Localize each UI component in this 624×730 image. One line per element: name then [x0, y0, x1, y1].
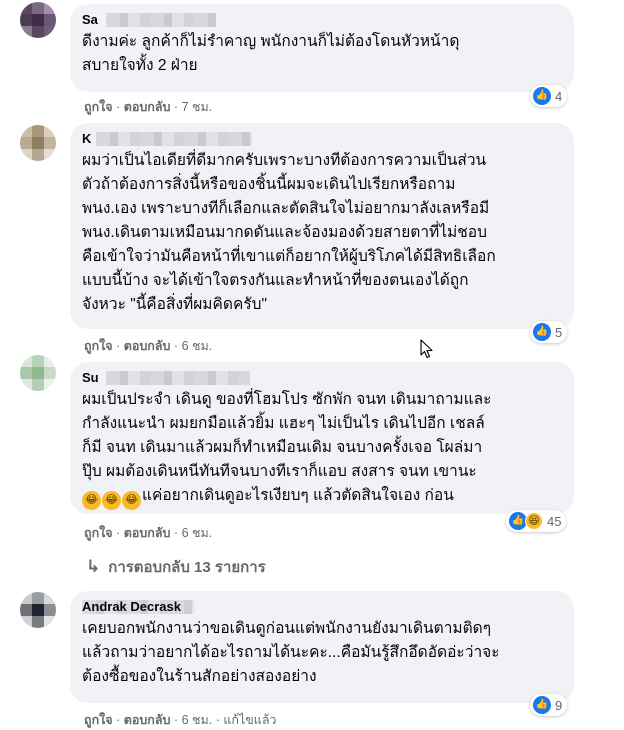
avatar[interactable]: [20, 2, 56, 38]
avatar-pixel: [20, 616, 32, 628]
comment-text: เคยบอกพนักงานว่าขอเดินดูก่อนแต่พนักงานยั…: [82, 620, 500, 685]
avatar-pixel: [44, 2, 56, 14]
reaction-count: 45: [547, 513, 562, 529]
avatar[interactable]: [20, 125, 56, 161]
reaction-count: 9: [555, 697, 563, 713]
avatar-pixel: [20, 149, 32, 161]
comment-author[interactable]: K: [82, 131, 562, 147]
avatar-pixel: [20, 604, 32, 616]
edited-label[interactable]: แก้ไขแล้ว: [223, 713, 276, 727]
avatar-pixel: [32, 604, 44, 616]
reaction-summary[interactable]: 👍 9: [530, 694, 568, 716]
timestamp[interactable]: 7 ชม.: [182, 100, 213, 114]
comment-bubble: Su ผมเป็นประจำ เดินดู ของที่โฮมโปร ซักพั…: [70, 362, 574, 514]
reply-link[interactable]: ตอบกลับ: [124, 100, 171, 114]
reply-arrow-icon: ↳: [86, 557, 101, 576]
reply-link[interactable]: ตอบกลับ: [124, 339, 171, 353]
avatar-pixel: [44, 592, 56, 604]
laughing-emoji-icon: 😂: [102, 491, 121, 510]
like-link[interactable]: ถูกใจ: [84, 526, 113, 540]
avatar-pixel: [32, 592, 44, 604]
thumbs-up-icon: 👍: [533, 323, 551, 341]
avatar-pixel: [44, 149, 56, 161]
reaction-count: 4: [555, 88, 563, 104]
avatar-pixel: [20, 379, 32, 391]
reply-link[interactable]: ตอบกลับ: [124, 526, 171, 540]
avatar-pixel: [20, 367, 32, 379]
comment-text: ผมว่าเป็นไอเดียที่ดีมากครับเพราะบางทีต้อ…: [82, 152, 496, 313]
timestamp[interactable]: 6 ชม.: [182, 339, 213, 353]
reply-link[interactable]: ตอบกลับ: [124, 713, 171, 727]
comment-text: ดีงามค่ะ ลูกค้าก็ไม่รำคาญ พนักงานก็ไม่ต้…: [82, 33, 460, 74]
comment-bubble: K ผมว่าเป็นไอเดียที่ดีมากครับเพราะบางทีต…: [70, 123, 574, 329]
avatar-pixel: [44, 125, 56, 137]
avatar-pixel: [32, 125, 44, 137]
comment-actions: ถูกใจ · ตอบกลับ · 6 ชม. · แก้ไขแล้ว: [84, 713, 277, 727]
avatar-pixel: [44, 379, 56, 391]
avatar-pixel: [20, 592, 32, 604]
avatar-pixel: [32, 26, 44, 38]
avatar-pixel: [32, 367, 44, 379]
comment-actions: ถูกใจ · ตอบกลับ · 6 ชม.: [84, 339, 213, 353]
avatar-pixel: [44, 26, 56, 38]
view-replies-link[interactable]: ↳ การตอบกลับ 13 รายการ: [86, 555, 266, 579]
reaction-summary[interactable]: 👍 4: [530, 85, 568, 107]
avatar-pixel: [20, 14, 32, 26]
like-link[interactable]: ถูกใจ: [84, 339, 113, 353]
avatar-pixel: [20, 137, 32, 149]
avatar-pixel: [32, 14, 44, 26]
reaction-count: 5: [555, 324, 563, 340]
avatar-pixel: [20, 355, 32, 367]
avatar-pixel: [44, 137, 56, 149]
avatar-pixel: [32, 355, 44, 367]
avatar-pixel: [32, 616, 44, 628]
timestamp[interactable]: 6 ชม.: [182, 713, 213, 727]
laughing-emoji-icon: 😂: [122, 491, 141, 510]
laughing-emoji-icon: 😂: [82, 491, 101, 510]
avatar-pixel: [32, 379, 44, 391]
avatar-pixel: [44, 604, 56, 616]
avatar-pixel: [32, 149, 44, 161]
avatar-pixel: [20, 2, 32, 14]
avatar[interactable]: [20, 355, 56, 391]
comment-author[interactable]: Sa: [82, 12, 562, 28]
comment-bubble: Sa ดีงามค่ะ ลูกค้าก็ไม่รำคาญ พนักงานก็ไม…: [70, 4, 574, 92]
like-link[interactable]: ถูกใจ: [84, 100, 113, 114]
timestamp[interactable]: 6 ชม.: [182, 526, 213, 540]
avatar-pixel: [44, 14, 56, 26]
mouse-pointer-icon: [420, 339, 433, 359]
avatar-pixel: [44, 367, 56, 379]
view-replies-label: การตอบกลับ 13 รายการ: [108, 559, 266, 576]
laughing-face-icon: 😆: [525, 512, 543, 530]
avatar-pixel: [32, 2, 44, 14]
comment-author[interactable]: Andrak Decrask: [82, 599, 562, 615]
avatar[interactable]: [20, 592, 56, 628]
comment-text: ผมเป็นประจำ เดินดู ของที่โฮมโปร ซักพัก จ…: [82, 388, 562, 510]
thumbs-up-icon: 👍: [533, 696, 551, 714]
avatar-pixel: [44, 616, 56, 628]
redacted-name: [106, 371, 250, 385]
comment-bubble: Andrak Decrask เคยบอกพนักงานว่าขอเดินดูก…: [70, 591, 574, 703]
like-link[interactable]: ถูกใจ: [84, 713, 113, 727]
avatar-pixel: [20, 26, 32, 38]
avatar-pixel: [44, 355, 56, 367]
redacted-name: [96, 132, 252, 146]
comment-actions: ถูกใจ · ตอบกลับ · 6 ชม.: [84, 526, 213, 540]
reaction-summary[interactable]: 👍 5: [530, 321, 568, 343]
avatar-pixel: [32, 137, 44, 149]
avatar-pixel: [20, 125, 32, 137]
comment-author[interactable]: Su: [82, 370, 562, 386]
redacted-name: [106, 13, 216, 27]
thumbs-up-icon: 👍: [533, 87, 551, 105]
reaction-summary[interactable]: 👍 😆 45: [506, 510, 567, 532]
comment-actions: ถูกใจ · ตอบกลับ · 7 ชม.: [84, 100, 213, 114]
